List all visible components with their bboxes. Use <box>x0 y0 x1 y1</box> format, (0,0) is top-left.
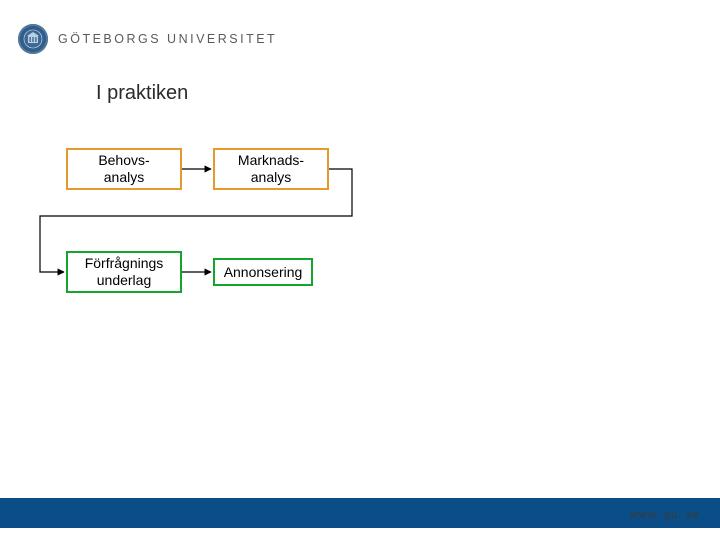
footer-bar <box>0 498 720 528</box>
box-forfragningsunderlag: Förfrågnings underlag <box>66 251 182 293</box>
box-behovsanalys: Behovs- analys <box>66 148 182 190</box>
brand-header: GÖTEBORGS UNIVERSITET <box>18 24 277 54</box>
box-line: Annonsering <box>224 264 303 281</box>
box-line: analys <box>251 169 291 186</box>
footer-url: www. gu. se <box>630 509 700 521</box>
box-annonsering: Annonsering <box>213 258 313 286</box>
wordmark: GÖTEBORGS UNIVERSITET <box>58 32 277 46</box>
box-line: Marknads- <box>238 152 304 169</box>
box-line: Förfrågnings <box>85 255 164 272</box>
box-line: analys <box>104 169 144 186</box>
university-seal-icon <box>18 24 48 54</box>
page-title: I praktiken <box>96 82 188 105</box>
box-line: Behovs- <box>98 152 149 169</box>
box-line: underlag <box>97 272 152 289</box>
box-marknadsanalys: Marknads- analys <box>213 148 329 190</box>
